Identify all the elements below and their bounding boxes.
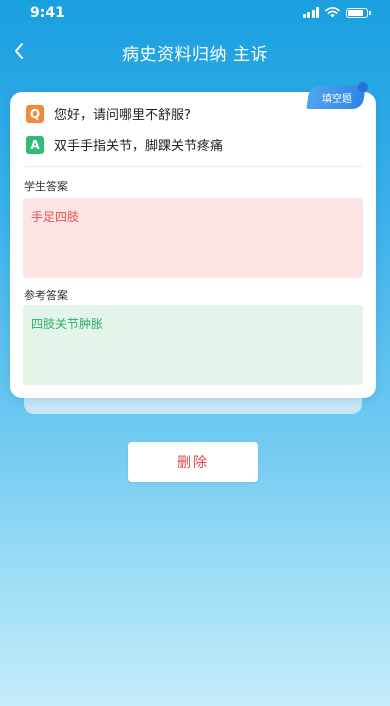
question-card: 填空题 Q 您好，请问哪里不舒服? A 双手手指关节，脚踝关节疼痛 学生答案 手… [10,82,376,398]
answer-text: 双手手指关节，脚踝关节疼痛 [54,139,224,154]
status-bar: 9:41 [0,0,390,28]
page-title: 病史资料归纳 主诉 [122,45,268,65]
badge-dot [358,82,368,92]
student-answer-box: 手足四肢 [23,198,363,278]
reference-answer-label: 参考答案 [24,289,68,302]
question-icon: Q [26,104,44,123]
answer-icon: A [26,135,44,154]
nav-bar: 病史资料归纳 主诉 [0,34,390,70]
wifi-icon [325,7,340,18]
question-type-badge: 填空题 [306,86,366,109]
question-text: 您好，请问哪里不舒服? [54,108,191,123]
student-answer-text: 手足四肢 [31,210,80,224]
delete-button[interactable]: 删除 [128,442,258,482]
status-icons [302,7,371,18]
cellular-signal-icon [302,7,319,18]
answer-row: A 双手手指关节，脚踝关节疼痛 [26,135,223,154]
status-time: 9:41 [30,5,65,21]
reference-answer-box: 四肢关节肿胀 [23,305,363,385]
question-type-label: 填空题 [322,94,352,105]
battery-icon [346,7,371,18]
reference-answer-text: 四肢关节肿胀 [31,317,104,331]
divider [24,166,362,167]
student-answer-label: 学生答案 [24,180,68,193]
question-row: Q 您好，请问哪里不舒服? [26,104,191,123]
